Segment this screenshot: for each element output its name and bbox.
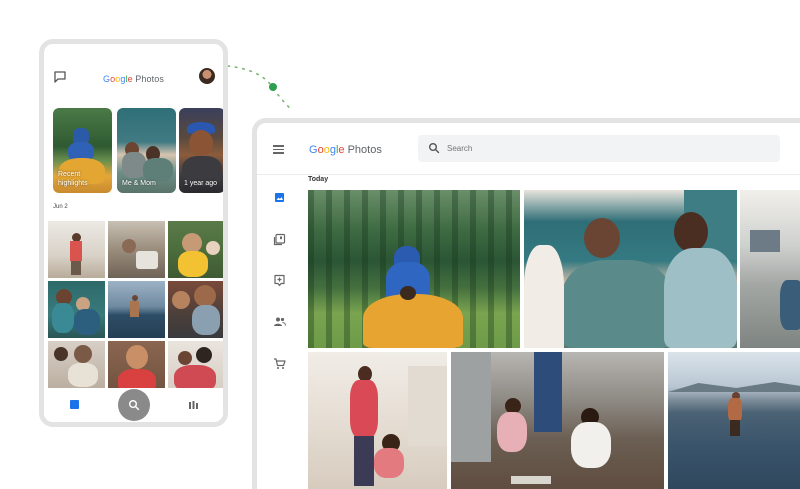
sidebar <box>257 175 305 489</box>
memory-label: Me & Mom <box>122 180 156 187</box>
sharing-icon[interactable] <box>273 315 286 328</box>
photo-thumbnail[interactable] <box>108 281 165 338</box>
memory-label: Recent highlights <box>58 171 88 187</box>
photo-mother-child-living-room[interactable] <box>308 352 447 489</box>
phone-header: Google Photos <box>44 44 223 114</box>
search-button[interactable] <box>118 389 150 421</box>
memories-carousel: Recent highlights Me & Mom 1 year ago <box>53 108 223 193</box>
date-heading: Jun 2 <box>53 204 68 210</box>
photo-mother-daughter-couch[interactable] <box>524 190 737 348</box>
photos-icon[interactable] <box>273 191 286 204</box>
search-icon <box>429 143 440 154</box>
memory-label: 1 year ago <box>184 180 218 187</box>
desktop-window: Google Photos Search Today <box>252 118 800 489</box>
photo-thumbnail[interactable] <box>168 281 223 338</box>
photos-icon[interactable] <box>70 400 79 409</box>
library-icon[interactable] <box>188 400 199 410</box>
phone-bottom-nav <box>44 388 223 422</box>
photo-kids-kitchen-floor[interactable] <box>451 352 664 489</box>
desktop-app-logo[interactable]: Google Photos <box>309 144 382 156</box>
desktop-header: Google Photos <box>257 123 800 175</box>
phone-frame: Google Photos Recent highlights Me & Mom <box>39 39 228 427</box>
memory-card-1-year-ago[interactable]: 1 year ago <box>179 108 223 193</box>
photo-kitchen[interactable] <box>740 190 800 348</box>
photo-thumbnail[interactable] <box>48 281 105 338</box>
avatar[interactable] <box>199 68 215 84</box>
albums-icon[interactable] <box>273 233 286 246</box>
menu-icon[interactable] <box>273 145 284 154</box>
green-dot <box>269 83 277 91</box>
cart-icon[interactable] <box>273 357 286 370</box>
photo-thumbnail[interactable] <box>168 221 223 278</box>
memory-card-me-and-mom[interactable]: Me & Mom <box>117 108 176 193</box>
photo-thumbnail[interactable] <box>48 221 105 278</box>
phone-app-logo: Google Photos <box>103 74 164 84</box>
search-input[interactable] <box>447 135 767 162</box>
memory-card-recent-highlights[interactable]: Recent highlights <box>53 108 112 193</box>
search-icon <box>129 400 140 411</box>
photo-thumbnail[interactable] <box>108 221 165 278</box>
photo-lake-jump[interactable] <box>668 352 800 489</box>
section-heading-today: Today <box>308 176 329 183</box>
photo-hiker-forest[interactable] <box>308 190 520 348</box>
search-bar[interactable] <box>418 135 780 162</box>
assistant-icon[interactable] <box>273 274 286 287</box>
stage: Google Photos Recent highlights Me & Mom <box>0 0 800 489</box>
